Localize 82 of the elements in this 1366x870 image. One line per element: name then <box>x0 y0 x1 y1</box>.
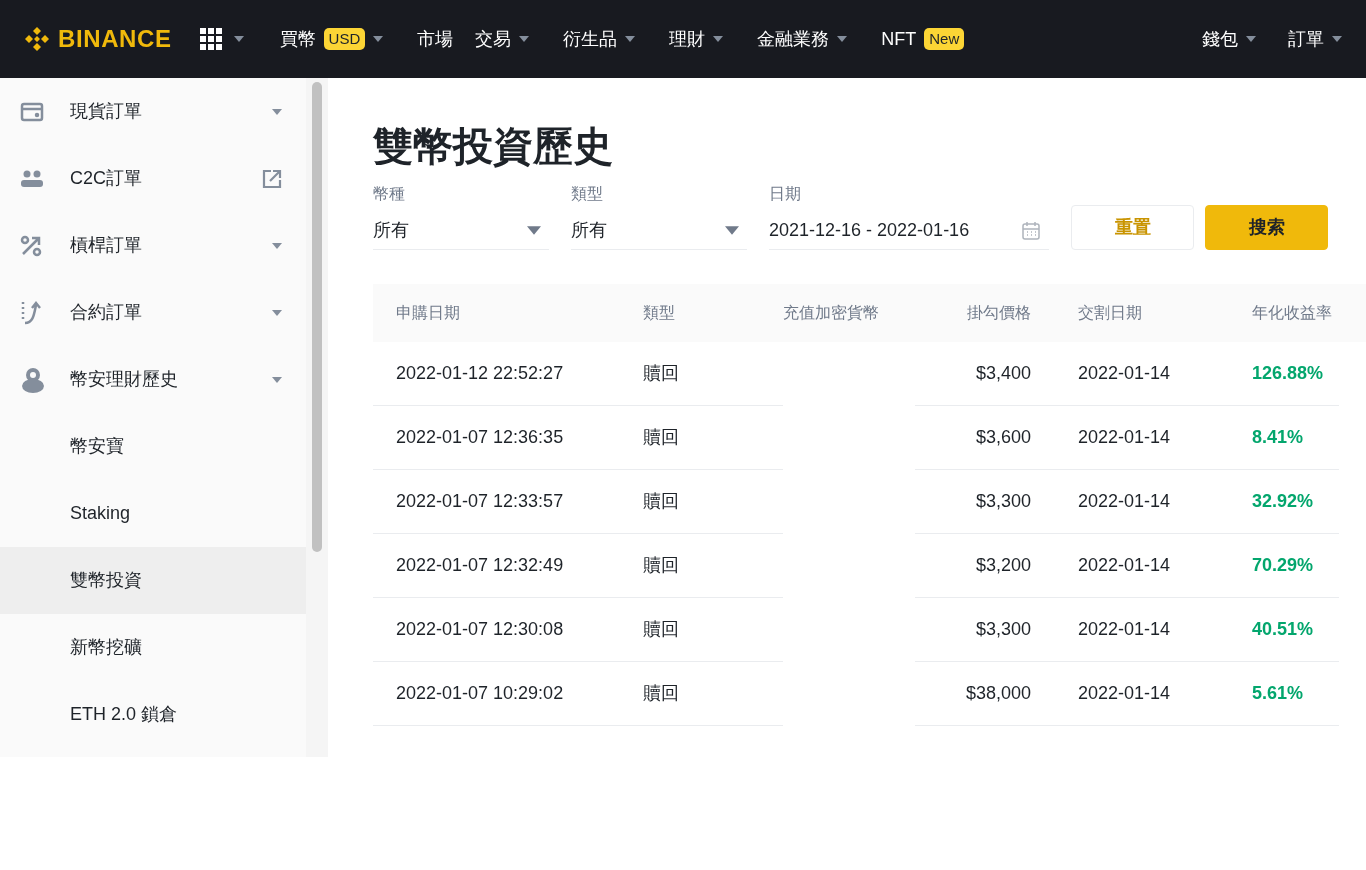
logo-icon <box>24 26 50 52</box>
sidebar-item[interactable]: 現貨訂單 <box>0 78 306 145</box>
table-cell: 2022-01-07 10:29:02 <box>373 662 643 726</box>
table-cell: $3,400 <box>915 342 1033 406</box>
table-cell: 2022-01-14 <box>1033 534 1207 598</box>
column-header: 申購日期 <box>395 303 461 323</box>
sidebar-item[interactable]: 新幣挖礦 <box>0 614 306 681</box>
nav-link[interactable]: 買幣 <box>279 25 316 53</box>
table-cell: $3,300 <box>915 470 1033 534</box>
calendar-icon <box>1021 220 1041 241</box>
column-header: 掛勾價格 <box>966 303 1032 323</box>
table-cell: 2022-01-14 <box>1033 662 1207 726</box>
table-cell: 2022-01-14 <box>1033 470 1207 534</box>
table-cell: 70.29% <box>1207 534 1339 598</box>
table-cell: 2022-01-07 12:30:08 <box>373 598 643 662</box>
curve-arrow-icon <box>20 299 44 326</box>
users-icon <box>20 169 44 188</box>
column-header: 充值加密貨幣 <box>783 303 880 323</box>
column-header: 年化收益率 <box>1251 303 1333 323</box>
sidebar-item[interactable]: 槓桿訂單 <box>0 212 306 279</box>
column-header: 類型 <box>643 303 676 323</box>
table-cell: 贖回 <box>643 470 783 534</box>
external-link-icon[interactable] <box>262 168 282 189</box>
scrollbar-thumb[interactable] <box>312 82 322 552</box>
sidebar-item[interactable]: Staking <box>0 480 306 547</box>
nav-link[interactable]: 訂單 <box>1288 25 1324 53</box>
table-cell: 32.92% <box>1207 470 1339 534</box>
table-cell: 8.41% <box>1207 406 1339 470</box>
logo-text: BINANCE <box>58 24 172 54</box>
sidebar-item[interactable]: C2C訂單 <box>0 145 306 212</box>
caret-icon <box>527 226 541 235</box>
caret-icon <box>725 226 739 235</box>
table-cell: 126.88% <box>1207 342 1339 406</box>
table-cell: 2022-01-07 12:36:35 <box>373 406 643 470</box>
sidebar-item[interactable]: 幣安理財歷史 <box>0 346 306 413</box>
caret-icon <box>272 376 282 383</box>
nav-link[interactable]: 錢包 <box>1202 25 1238 53</box>
nav-link[interactable]: 衍生品 <box>563 25 618 53</box>
table-cell: 40.51% <box>1207 598 1339 662</box>
table-cell: 5.61% <box>1207 662 1339 726</box>
caret-icon <box>233 36 244 42</box>
table-cell: 贖回 <box>643 662 783 726</box>
table-cell: 2022-01-14 <box>1033 598 1207 662</box>
table-cell: 贖回 <box>643 406 783 470</box>
dropdown-field[interactable]: 所有 <box>571 212 747 250</box>
table-cell: 贖回 <box>643 342 783 406</box>
nav-link[interactable]: 市場 <box>417 25 454 53</box>
table-cell: $3,200 <box>915 534 1033 598</box>
sidebar-item[interactable]: 合約訂單 <box>0 279 306 346</box>
dropdown-field[interactable]: 所有 <box>373 212 549 250</box>
nav-link[interactable]: 理財 <box>669 25 706 53</box>
caret-icon <box>272 309 282 316</box>
nav-badge: New <box>924 28 965 50</box>
sidebar-item[interactable]: 雙幣投資 <box>0 547 306 614</box>
filter-label: 類型 <box>571 184 604 204</box>
filter-label: 日期 <box>769 184 802 204</box>
nav-link[interactable]: 金融業務 <box>757 25 830 53</box>
table-cell: $3,300 <box>915 598 1033 662</box>
sidebar-item[interactable]: ETH 2.0 鎖倉 <box>0 681 306 748</box>
table-cell: 贖回 <box>643 534 783 598</box>
grid-menu-icon[interactable] <box>199 28 222 50</box>
table-cell: 2022-01-14 <box>1033 342 1207 406</box>
percent-icon <box>20 234 42 257</box>
sidebar-item[interactable]: 幣安寶 <box>0 413 306 480</box>
table-cell: 2022-01-12 22:52:27 <box>373 342 643 406</box>
nav-link[interactable]: 交易 <box>475 25 512 53</box>
caret-icon <box>272 242 282 249</box>
nav-badge: USD <box>323 28 366 50</box>
table-cell: 2022-01-07 12:32:49 <box>373 534 643 598</box>
table-cell: 2022-01-14 <box>1033 406 1207 470</box>
filter-label: 幣種 <box>373 184 406 204</box>
caret-icon <box>272 108 282 115</box>
nav-link[interactable]: NFT <box>881 25 917 53</box>
wallet-icon <box>20 101 44 122</box>
search-button[interactable]: 搜索 <box>1205 205 1328 250</box>
table-cell: $3,600 <box>915 406 1033 470</box>
table-cell: 贖回 <box>643 598 783 662</box>
date-range-field[interactable]: 2021-12-16 - 2022-01-16 <box>769 212 1049 250</box>
table-cell: $38,000 <box>915 662 1033 726</box>
table-cell: 2022-01-07 12:33:57 <box>373 470 643 534</box>
page-title: 雙幣投資歷史 <box>373 123 614 170</box>
column-header: 交割日期 <box>1077 303 1143 323</box>
